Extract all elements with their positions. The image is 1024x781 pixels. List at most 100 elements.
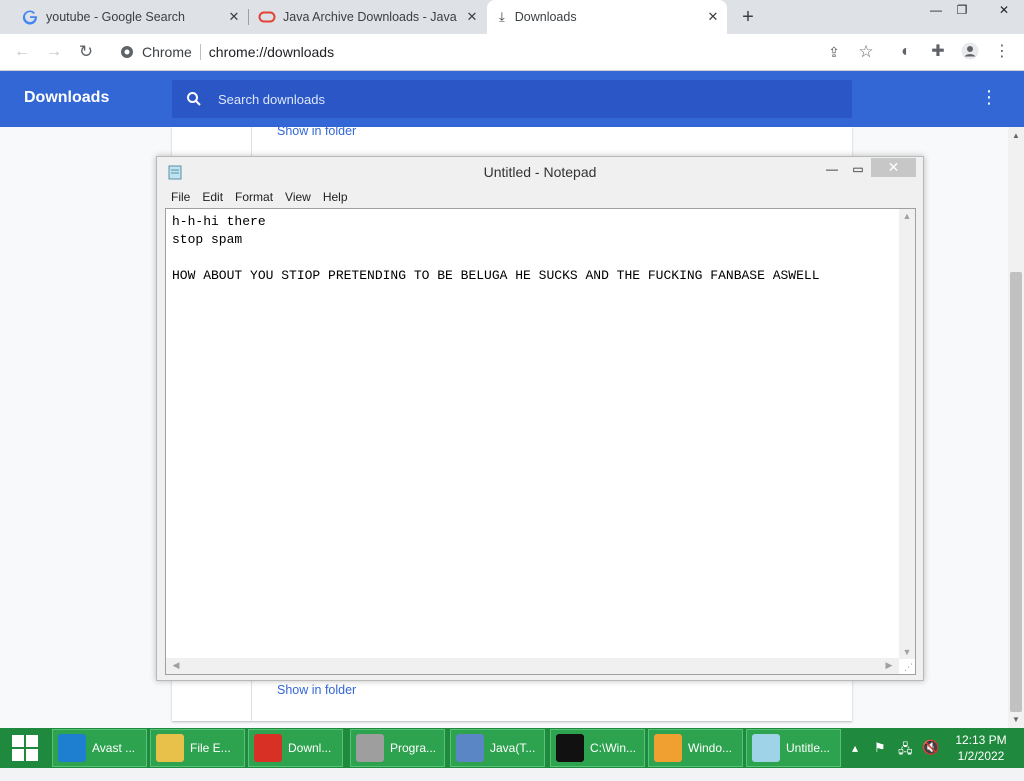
scroll-left-arrow-icon[interactable]: ◀ [168, 660, 184, 671]
action-center-flag-icon[interactable]: ⚑ [874, 740, 886, 780]
taskbar-button-label: C:\Win... [590, 741, 637, 755]
menu-view[interactable]: View [279, 187, 317, 207]
downloads-header: Downloads ⋮ [0, 71, 1024, 127]
notepad-maximize-button[interactable]: ▭ [849, 159, 867, 179]
scrollbar-thumb[interactable] [1010, 272, 1022, 712]
tab-strip: youtube - Google Search ✕ Java Archive D… [0, 0, 1024, 34]
notepad-titlebar[interactable]: Untitled - Notepad — ▭ ✕ [157, 157, 923, 187]
downloads-search[interactable] [172, 80, 852, 118]
taskbar-button-label: Downl... [288, 741, 332, 755]
folder-icon [156, 734, 184, 762]
tab-java-archive[interactable]: Java Archive Downloads - Java SE ✕ [250, 0, 486, 34]
close-tab-icon[interactable]: ✕ [705, 9, 721, 25]
menu-file[interactable]: File [165, 187, 196, 207]
downloads-menu-icon[interactable]: ⋮ [980, 87, 998, 108]
notepad-icon [752, 734, 780, 762]
menu-help[interactable]: Help [317, 187, 354, 207]
virtualbox-icon [654, 734, 682, 762]
extensions-puzzle-icon[interactable]: ✚ [928, 42, 948, 62]
taskbar-button-label: Windo... [688, 741, 733, 755]
clock-time: 12:13 PM [955, 733, 1007, 747]
page-scrollbar[interactable]: ▲ ▼ [1008, 127, 1024, 728]
notepad-minimize-button[interactable]: — [823, 159, 841, 179]
extension-avast-icon[interactable]: ◐ [896, 42, 916, 62]
tab-downloads[interactable]: ⤓ Downloads ✕ [487, 0, 727, 34]
close-window-button[interactable]: ✕ [984, 0, 1024, 20]
notepad-horizontal-scrollbar[interactable]: ◀ ▶ [166, 658, 899, 674]
show-in-folder-link[interactable]: Show in folder [277, 124, 356, 138]
taskbar-button[interactable]: Windo... [648, 729, 743, 767]
scroll-up-arrow-icon[interactable]: ▲ [1012, 131, 1020, 140]
search-input[interactable] [218, 91, 818, 107]
show-in-folder-link[interactable]: Show in folder [277, 683, 356, 697]
file-icon-column [172, 677, 252, 721]
taskbar-button-label: Progra... [390, 741, 437, 755]
notepad-title: Untitled - Notepad [483, 164, 597, 180]
browser-menu-icon[interactable]: ⋮ [992, 42, 1012, 62]
back-icon[interactable]: ← [12, 42, 32, 62]
volume-muted-icon[interactable]: 🔇 [922, 739, 939, 779]
chrome-icon [254, 734, 282, 762]
clock-date: 1/2/2022 [957, 749, 1005, 763]
taskbar-button-label: Untitle... [786, 741, 831, 755]
cmd-icon [556, 734, 584, 762]
taskbar-button-label: Java(T... [490, 741, 536, 755]
forward-icon[interactable]: → [44, 42, 64, 62]
new-tab-button[interactable]: + [736, 5, 760, 29]
clock[interactable]: 12:13 PM 1/2/2022 [946, 728, 1016, 768]
notepad-vertical-scrollbar[interactable]: ▲ ▼ [899, 209, 915, 659]
notepad-text-content[interactable]: h-h-hi there stop spam HOW ABOUT YOU STI… [172, 213, 892, 653]
page-title: Downloads [24, 89, 110, 106]
reload-icon[interactable]: ↻ [76, 42, 96, 62]
taskbar-button[interactable]: Java(T... [450, 729, 545, 767]
java-icon [456, 734, 484, 762]
resize-grip-icon[interactable]: ⋰ [904, 662, 913, 673]
taskbar: Avast ... File E... Downl... Progra... Java(… [0, 728, 1024, 768]
show-hidden-icons[interactable]: ▴ [852, 741, 858, 781]
site-label: Chrome [142, 44, 192, 60]
restore-window-button[interactable]: ❐ [946, 0, 978, 20]
oracle-icon [258, 11, 276, 23]
close-tab-icon[interactable]: ✕ [464, 9, 480, 25]
chrome-icon [121, 46, 133, 58]
tab-youtube-search[interactable]: youtube - Google Search ✕ [8, 0, 248, 34]
edge-icon [58, 734, 86, 762]
taskbar-button[interactable]: Progra... [350, 729, 445, 767]
notepad-close-button[interactable]: ✕ [871, 158, 916, 177]
url-text[interactable]: chrome://downloads [209, 44, 334, 60]
notepad-window: Untitled - Notepad — ▭ ✕ File Edit Forma… [156, 156, 924, 681]
download-item: Show in folder [172, 677, 852, 721]
menu-edit[interactable]: Edit [196, 187, 229, 207]
taskbar-button-label: Avast ... [92, 741, 136, 755]
address-bar[interactable]: Chrome chrome://downloads [110, 38, 890, 66]
network-icon[interactable]: 🖧 [898, 740, 913, 780]
browser-toolbar: ← → ↻ Chrome chrome://downloads ⇪ ☆ ◐ ✚ … [0, 34, 1024, 71]
notepad-editor[interactable]: h-h-hi there stop spam HOW ABOUT YOU STI… [165, 208, 916, 675]
start-button[interactable] [0, 728, 50, 768]
scroll-up-arrow-icon[interactable]: ▲ [899, 211, 915, 221]
tab-label: youtube - Google Search [46, 10, 185, 24]
menu-format[interactable]: Format [229, 187, 279, 207]
taskbar-button[interactable]: Untitle... [746, 729, 841, 767]
google-icon [22, 10, 37, 25]
scroll-down-arrow-icon[interactable]: ▼ [1012, 715, 1020, 724]
tab-label: Downloads [514, 10, 577, 24]
download-icon: ⤓ [499, 9, 505, 24]
programs-icon [356, 734, 384, 762]
profile-avatar-icon[interactable] [960, 42, 980, 62]
scroll-right-arrow-icon[interactable]: ▶ [881, 660, 897, 671]
bookmark-star-icon[interactable]: ☆ [856, 42, 876, 62]
file-icon-column [172, 127, 252, 157]
tab-divider [248, 9, 249, 25]
taskbar-button[interactable]: File E... [150, 729, 245, 767]
download-item: Show in folder [172, 124, 852, 157]
tab-label: Java Archive Downloads - Java SE [283, 10, 457, 24]
taskbar-button[interactable]: Downl... [248, 729, 343, 767]
taskbar-button[interactable]: C:\Win... [550, 729, 645, 767]
scroll-down-arrow-icon[interactable]: ▼ [899, 647, 915, 657]
share-icon[interactable]: ⇪ [824, 42, 844, 62]
windows-logo-icon [12, 735, 38, 761]
notepad-menubar: File Edit Format View Help [165, 187, 354, 207]
close-tab-icon[interactable]: ✕ [226, 9, 242, 25]
taskbar-button[interactable]: Avast ... [52, 729, 147, 767]
